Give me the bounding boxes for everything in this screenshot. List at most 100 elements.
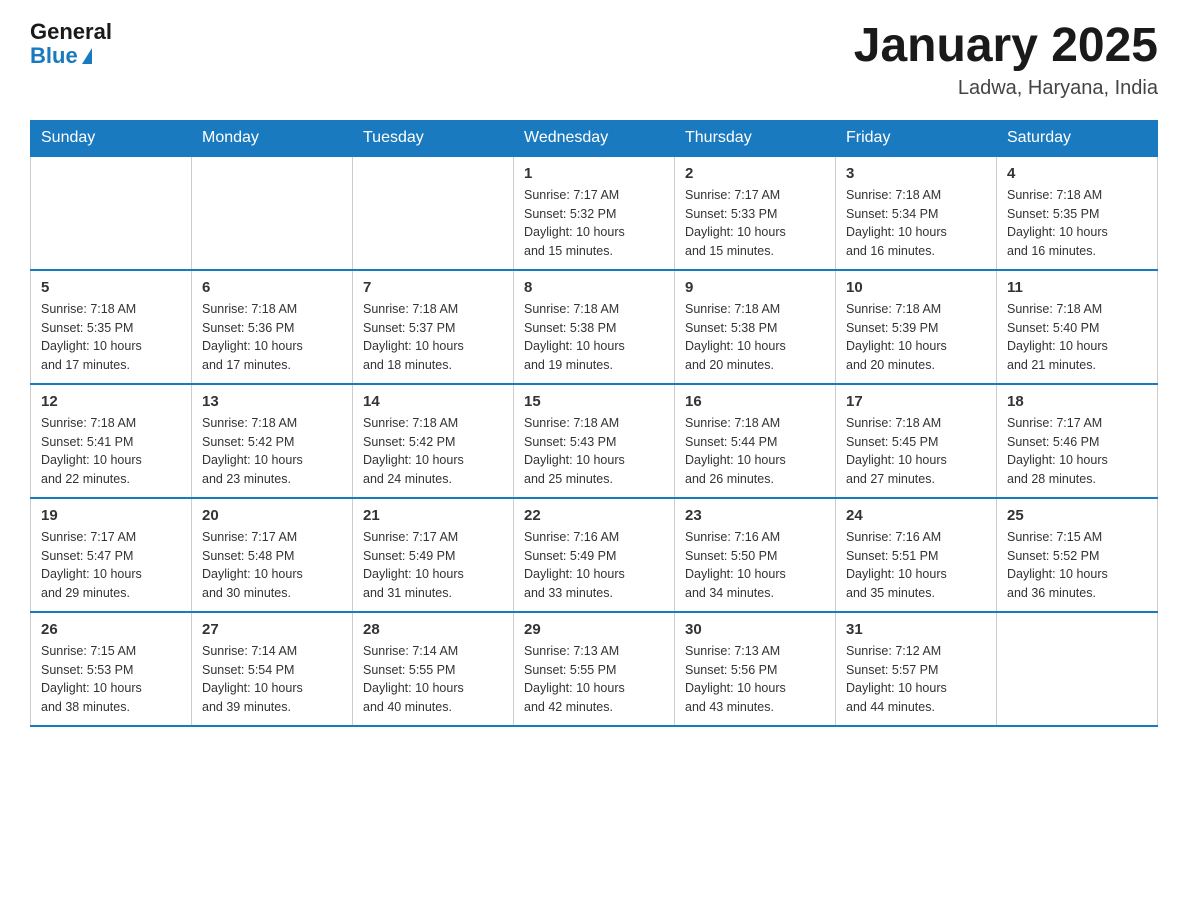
- logo-general-text: General: [30, 20, 112, 44]
- table-row: 26 Sunrise: 7:15 AMSunset: 5:53 PMDayligh…: [31, 612, 192, 726]
- day-info: Sunrise: 7:13 AMSunset: 5:56 PMDaylight:…: [685, 642, 825, 717]
- table-row: 4 Sunrise: 7:18 AMSunset: 5:35 PMDaylight…: [997, 156, 1158, 270]
- day-info: Sunrise: 7:15 AMSunset: 5:53 PMDaylight:…: [41, 642, 181, 717]
- page-header: General Blue January 2025 Ladwa, Haryana…: [30, 20, 1158, 100]
- calendar-week-4: 19Sunrise: 7:17 AMSunset: 5:47 PMDayligh…: [31, 498, 1158, 612]
- day-info: Sunrise: 7:18 AMSunset: 5:38 PMDaylight:…: [685, 300, 825, 375]
- table-row: 16 Sunrise: 7:18 AMSunset: 5:44 PMDayligh…: [675, 384, 836, 498]
- table-row: [353, 156, 514, 270]
- table-row: 8Sunrise: 7:18 AMSunset: 5:38 PMDaylight…: [514, 270, 675, 384]
- table-row: 17 Sunrise: 7:18 AMSunset: 5:45 PMDayligh…: [836, 384, 997, 498]
- day-number: 18: [1007, 393, 1147, 410]
- day-number: 5: [41, 279, 181, 296]
- table-row: 9Sunrise: 7:18 AMSunset: 5:38 PMDaylight…: [675, 270, 836, 384]
- table-row: 19Sunrise: 7:17 AMSunset: 5:47 PMDayligh…: [31, 498, 192, 612]
- day-number: 7: [363, 279, 503, 296]
- day-number: 24: [846, 507, 986, 524]
- table-row: 31Sunrise: 7:12 AMSunset: 5:57 PMDayligh…: [836, 612, 997, 726]
- table-row: 12 Sunrise: 7:18 AMSunset: 5:41 PMDayligh…: [31, 384, 192, 498]
- day-number: 17: [846, 393, 986, 410]
- day-info: Sunrise: 7:17 AMSunset: 5:49 PMDaylight:…: [363, 528, 503, 603]
- day-number: 4: [1007, 165, 1147, 182]
- day-number: 29: [524, 621, 664, 638]
- table-row: 6 Sunrise: 7:18 AMSunset: 5:36 PMDaylight…: [192, 270, 353, 384]
- col-tuesday: Tuesday: [353, 120, 514, 156]
- table-row: 5 Sunrise: 7:18 AMSunset: 5:35 PMDaylight…: [31, 270, 192, 384]
- day-number: 28: [363, 621, 503, 638]
- day-info: Sunrise: 7:14 AMSunset: 5:55 PMDaylight:…: [363, 642, 503, 717]
- day-number: 6: [202, 279, 342, 296]
- table-row: [997, 612, 1158, 726]
- day-number: 16: [685, 393, 825, 410]
- day-info: Sunrise: 7:18 AMSunset: 5:44 PMDaylight:…: [685, 414, 825, 489]
- day-info: Sunrise: 7:14 AMSunset: 5:54 PMDaylight:…: [202, 642, 342, 717]
- table-row: 13Sunrise: 7:18 AMSunset: 5:42 PMDayligh…: [192, 384, 353, 498]
- table-row: 21Sunrise: 7:17 AMSunset: 5:49 PMDayligh…: [353, 498, 514, 612]
- calendar-table: Sunday Monday Tuesday Wednesday Thursday…: [30, 120, 1158, 727]
- day-number: 23: [685, 507, 825, 524]
- day-number: 11: [1007, 279, 1147, 296]
- table-row: 15Sunrise: 7:18 AMSunset: 5:43 PMDayligh…: [514, 384, 675, 498]
- table-row: 18 Sunrise: 7:17 AMSunset: 5:46 PMDayligh…: [997, 384, 1158, 498]
- table-row: 3 Sunrise: 7:18 AMSunset: 5:34 PMDaylight…: [836, 156, 997, 270]
- table-row: [31, 156, 192, 270]
- day-info: Sunrise: 7:18 AMSunset: 5:38 PMDaylight:…: [524, 300, 664, 375]
- day-number: 20: [202, 507, 342, 524]
- day-info: Sunrise: 7:18 AMSunset: 5:35 PMDaylight:…: [41, 300, 181, 375]
- day-info: Sunrise: 7:17 AMSunset: 5:48 PMDaylight:…: [202, 528, 342, 603]
- day-info: Sunrise: 7:18 AMSunset: 5:42 PMDaylight:…: [363, 414, 503, 489]
- day-number: 3: [846, 165, 986, 182]
- day-info: Sunrise: 7:17 AMSunset: 5:46 PMDaylight:…: [1007, 414, 1147, 489]
- day-info: Sunrise: 7:16 AMSunset: 5:50 PMDaylight:…: [685, 528, 825, 603]
- col-monday: Monday: [192, 120, 353, 156]
- table-row: 29 Sunrise: 7:13 AMSunset: 5:55 PMDayligh…: [514, 612, 675, 726]
- day-info: Sunrise: 7:13 AMSunset: 5:55 PMDaylight:…: [524, 642, 664, 717]
- col-wednesday: Wednesday: [514, 120, 675, 156]
- table-row: 7Sunrise: 7:18 AMSunset: 5:37 PMDaylight…: [353, 270, 514, 384]
- day-number: 10: [846, 279, 986, 296]
- day-number: 1: [524, 165, 664, 182]
- day-number: 31: [846, 621, 986, 638]
- day-number: 26: [41, 621, 181, 638]
- table-row: 24Sunrise: 7:16 AMSunset: 5:51 PMDayligh…: [836, 498, 997, 612]
- calendar-header-row: Sunday Monday Tuesday Wednesday Thursday…: [31, 120, 1158, 156]
- calendar-week-2: 5 Sunrise: 7:18 AMSunset: 5:35 PMDaylight…: [31, 270, 1158, 384]
- table-row: 1 Sunrise: 7:17 AMSunset: 5:32 PMDaylight…: [514, 156, 675, 270]
- location-text: Ladwa, Haryana, India: [854, 77, 1158, 100]
- table-row: 30 Sunrise: 7:13 AMSunset: 5:56 PMDayligh…: [675, 612, 836, 726]
- logo-blue-text: Blue: [30, 44, 92, 68]
- col-sunday: Sunday: [31, 120, 192, 156]
- table-row: 28 Sunrise: 7:14 AMSunset: 5:55 PMDayligh…: [353, 612, 514, 726]
- table-row: 11 Sunrise: 7:18 AMSunset: 5:40 PMDayligh…: [997, 270, 1158, 384]
- day-info: Sunrise: 7:18 AMSunset: 5:40 PMDaylight:…: [1007, 300, 1147, 375]
- day-number: 22: [524, 507, 664, 524]
- day-info: Sunrise: 7:18 AMSunset: 5:39 PMDaylight:…: [846, 300, 986, 375]
- day-info: Sunrise: 7:18 AMSunset: 5:45 PMDaylight:…: [846, 414, 986, 489]
- table-row: 23 Sunrise: 7:16 AMSunset: 5:50 PMDayligh…: [675, 498, 836, 612]
- day-info: Sunrise: 7:18 AMSunset: 5:34 PMDaylight:…: [846, 186, 986, 261]
- table-row: 14 Sunrise: 7:18 AMSunset: 5:42 PMDayligh…: [353, 384, 514, 498]
- day-number: 15: [524, 393, 664, 410]
- day-number: 14: [363, 393, 503, 410]
- day-number: 12: [41, 393, 181, 410]
- col-thursday: Thursday: [675, 120, 836, 156]
- col-saturday: Saturday: [997, 120, 1158, 156]
- day-info: Sunrise: 7:17 AMSunset: 5:33 PMDaylight:…: [685, 186, 825, 261]
- day-number: 25: [1007, 507, 1147, 524]
- table-row: 10 Sunrise: 7:18 AMSunset: 5:39 PMDayligh…: [836, 270, 997, 384]
- day-number: 19: [41, 507, 181, 524]
- day-info: Sunrise: 7:18 AMSunset: 5:41 PMDaylight:…: [41, 414, 181, 489]
- day-info: Sunrise: 7:17 AMSunset: 5:32 PMDaylight:…: [524, 186, 664, 261]
- month-title: January 2025: [854, 20, 1158, 73]
- table-row: 25Sunrise: 7:15 AMSunset: 5:52 PMDayligh…: [997, 498, 1158, 612]
- day-number: 2: [685, 165, 825, 182]
- title-area: January 2025 Ladwa, Haryana, India: [854, 20, 1158, 100]
- table-row: [192, 156, 353, 270]
- table-row: 27Sunrise: 7:14 AMSunset: 5:54 PMDayligh…: [192, 612, 353, 726]
- day-info: Sunrise: 7:18 AMSunset: 5:35 PMDaylight:…: [1007, 186, 1147, 261]
- table-row: 2 Sunrise: 7:17 AMSunset: 5:33 PMDaylight…: [675, 156, 836, 270]
- logo-triangle-icon: [82, 48, 92, 64]
- table-row: 22Sunrise: 7:16 AMSunset: 5:49 PMDayligh…: [514, 498, 675, 612]
- day-number: 30: [685, 621, 825, 638]
- day-info: Sunrise: 7:18 AMSunset: 5:36 PMDaylight:…: [202, 300, 342, 375]
